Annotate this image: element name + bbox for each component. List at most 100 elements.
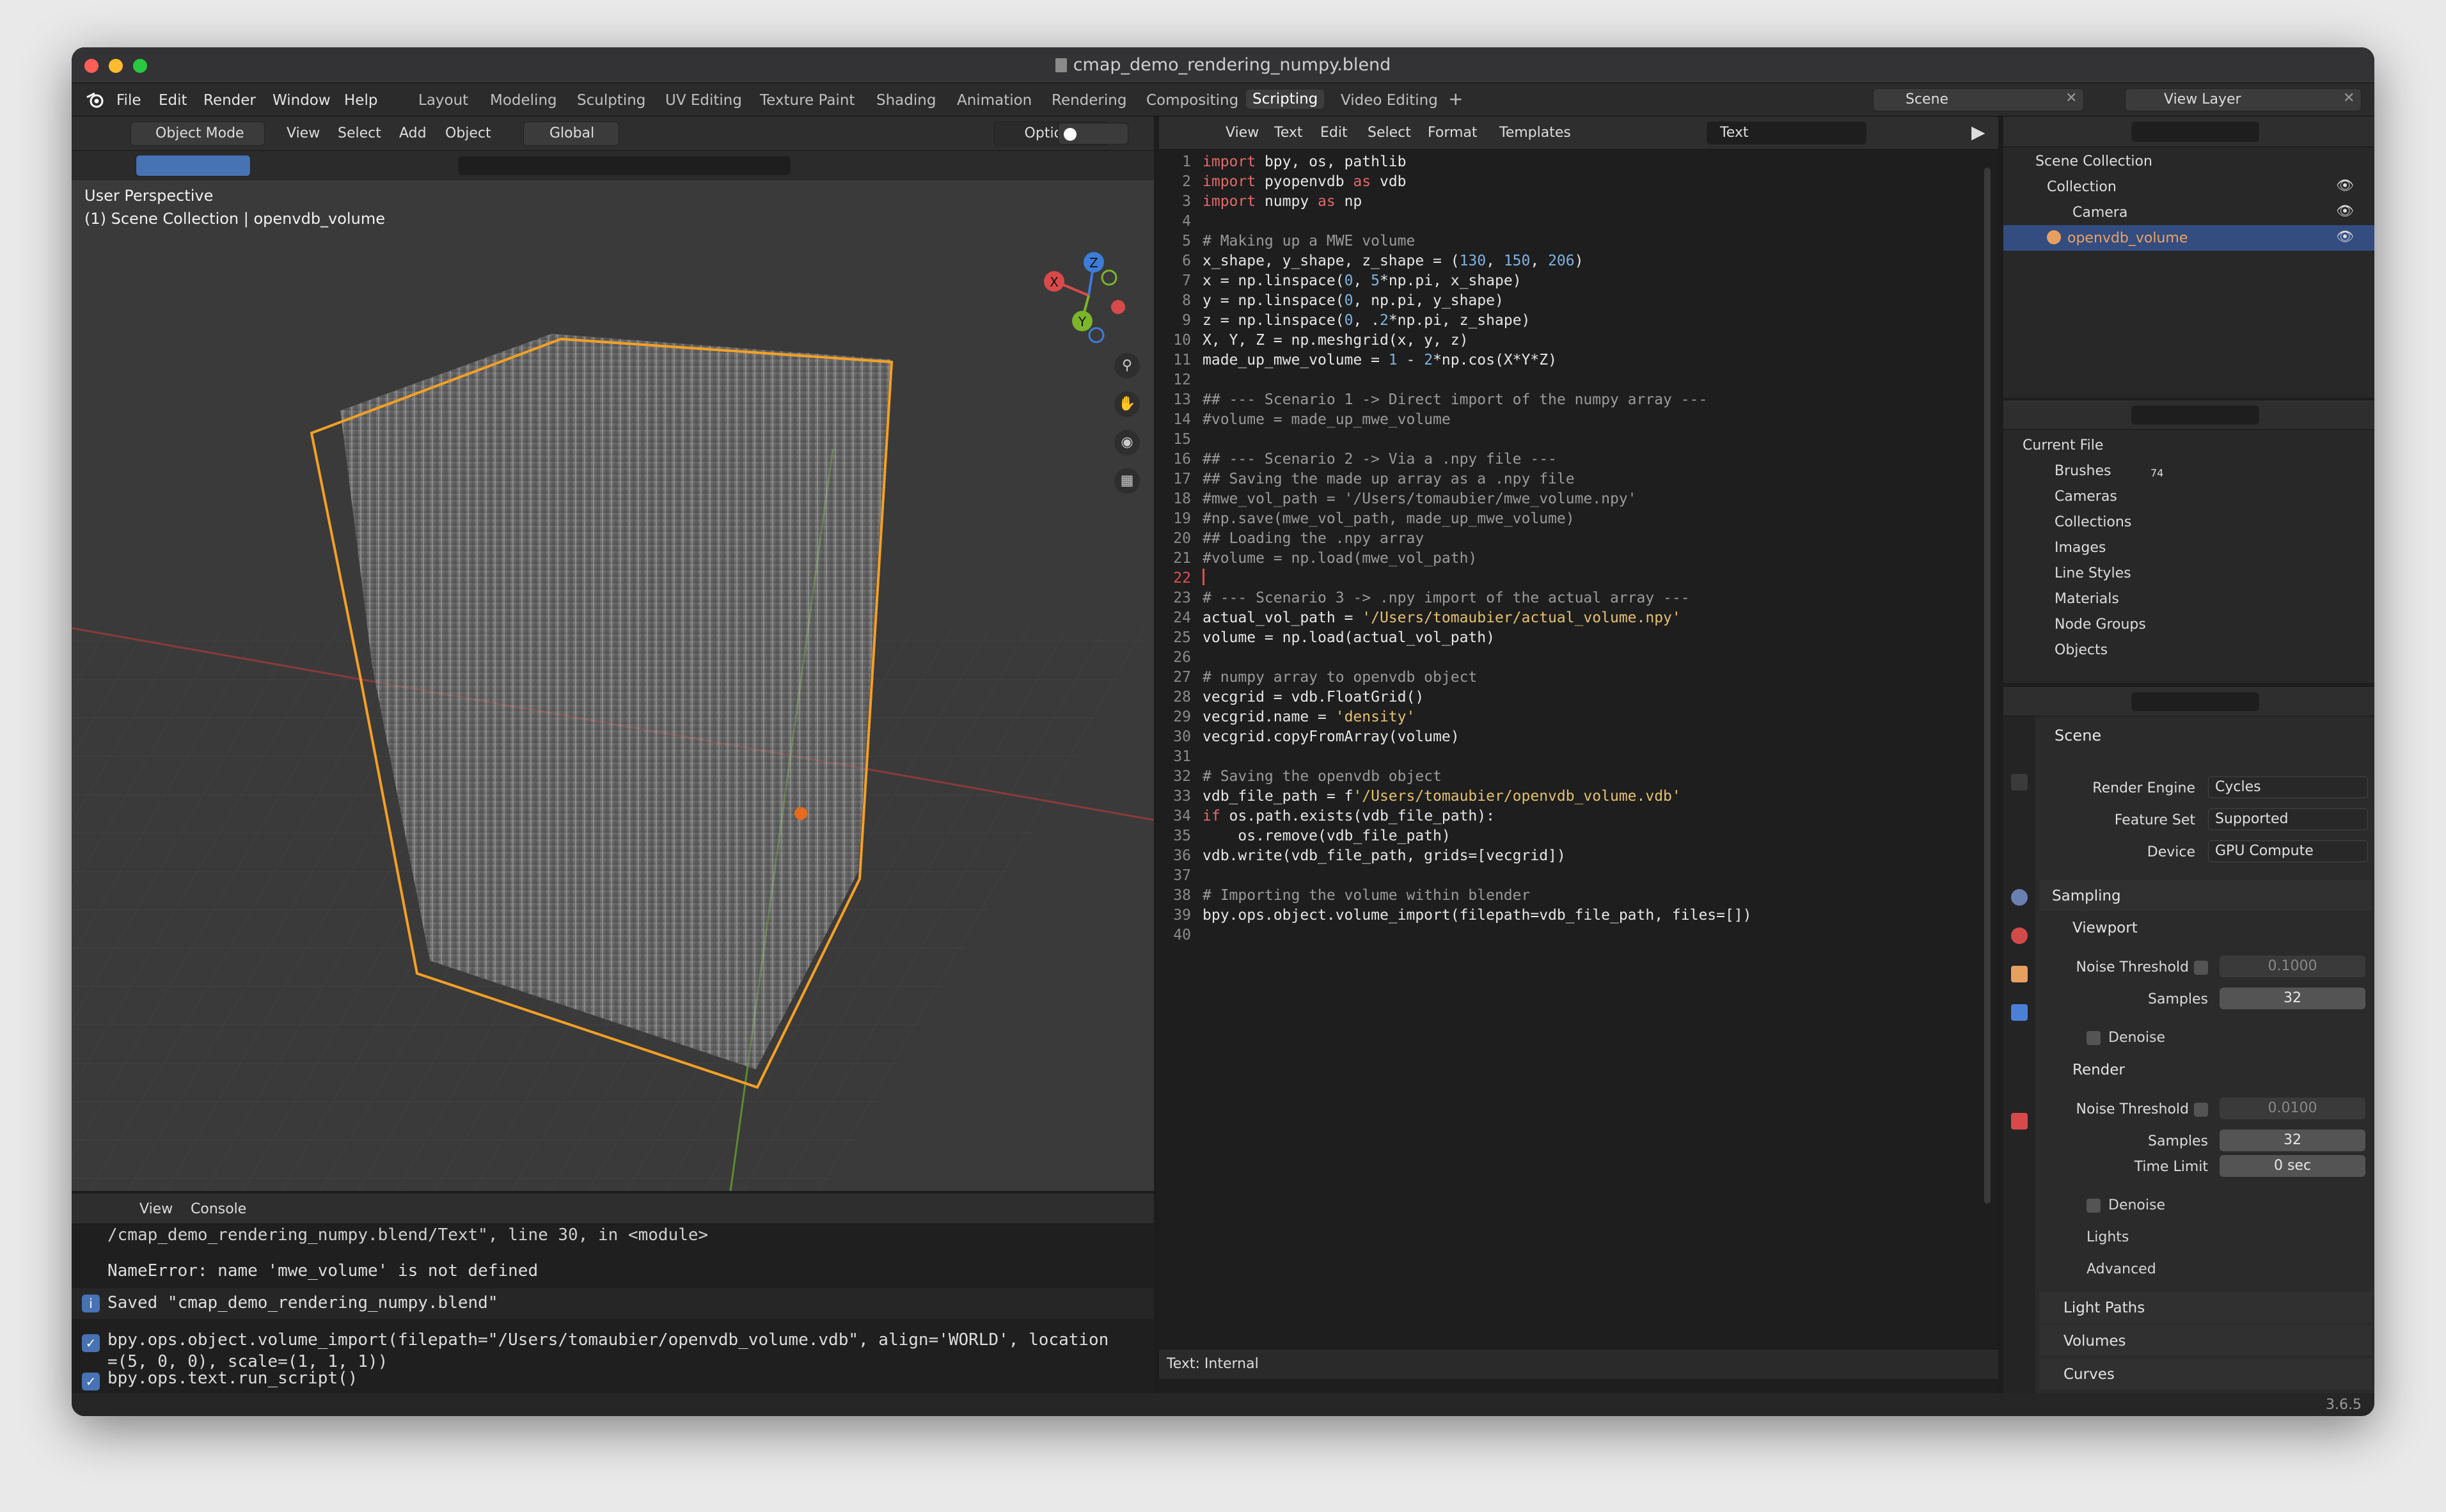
render-noise-checkbox[interactable] [2194,1103,2208,1117]
viewport-menu-view[interactable]: View [287,125,320,141]
code-line[interactable]: import numpy as np [1203,192,1983,212]
close-icon[interactable]: ✕ [2343,90,2355,106]
text-menu-templates[interactable]: Templates [1499,125,1571,141]
lights-subpanel[interactable]: Lights [2087,1229,2129,1245]
code-line[interactable]: bpy.ops.object.volume_import(filepath=vd… [1203,906,1983,925]
light-paths-panel[interactable]: Light Paths [2039,1292,2372,1323]
viewport-menu-object[interactable]: Object [445,125,491,141]
time-limit-field[interactable]: 0 sec [2220,1155,2365,1177]
text-menu-select[interactable]: Select [1368,125,1411,141]
code-line[interactable] [1203,370,1983,390]
code-line[interactable]: import bpy, os, pathlib [1203,152,1983,172]
viewport-menu-select[interactable]: Select [338,125,381,141]
code-line[interactable]: ## Saving the made up array as a .npy fi… [1203,469,1983,489]
device-dropdown[interactable]: GPU Compute [2208,840,2368,862]
console-menu-view[interactable]: View [139,1201,173,1217]
code-line[interactable]: #volume = made_up_mwe_volume [1203,410,1983,430]
blend-item-collections[interactable]: Collections [2003,509,2374,535]
select-box-tool[interactable] [136,155,251,177]
close-icon[interactable]: ✕ [2065,90,2077,106]
tab-animation[interactable]: Animation [957,92,1032,109]
view-layer-selector[interactable]: View Layer ✕ [2125,88,2362,111]
properties-search[interactable] [2131,692,2259,711]
code-line[interactable]: # Importing the volume within blender [1203,886,1983,906]
code-line[interactable]: z = np.linspace(0, .2*np.pi, z_shape) [1203,311,1983,331]
eye-icon[interactable]: 👁 [2336,203,2354,219]
tab-layout[interactable]: Layout [418,92,468,109]
advanced-subpanel[interactable]: Advanced [2087,1261,2156,1277]
current-file-row[interactable]: Current File [2003,432,2374,458]
code-line[interactable]: vecgrid.copyFromArray(volume) [1203,727,1983,747]
blend-item-images[interactable]: Images [2003,535,2374,560]
tab-scripting[interactable]: Scripting [1246,90,1325,109]
render-noise-field[interactable]: 0.0100 [2220,1098,2365,1119]
code-line[interactable]: made_up_mwe_volume = 1 - 2*np.cos(X*Y*Z) [1203,350,1983,370]
tab-modeling[interactable]: Modeling [490,92,557,109]
code-line[interactable]: actual_vol_path = '/Users/tomaubier/actu… [1203,608,1983,628]
code-line[interactable]: vecgrid.name = 'density' [1203,707,1983,727]
text-datablock-field[interactable]: Text [1707,122,1866,145]
code-line[interactable]: #mwe_vol_path = '/Users/tomaubier/mwe_vo… [1203,489,1983,509]
tab-sculpting[interactable]: Sculpting [577,92,645,109]
tab-compositing[interactable]: Compositing [1146,92,1238,109]
render-samples-field[interactable]: 32 [2220,1130,2365,1151]
tab-texture-paint[interactable]: Texture Paint [760,92,855,109]
properties-editor[interactable]: Scene Render Engine Cycles Feature Set S… [2003,687,2374,1393]
feature-set-dropdown[interactable]: Supported [2208,808,2368,830]
blend-item-cameras[interactable]: Cameras [2003,484,2374,509]
scene-collection-row[interactable]: Scene Collection [2003,148,2374,174]
code-text[interactable]: import bpy, os, pathlib import pyopenvdb … [1203,152,1983,945]
code-line[interactable]: y = np.linspace(0, np.pi, y_shape) [1203,291,1983,311]
pan-hand-icon[interactable]: ✋ [1114,391,1140,417]
mode-dropdown[interactable]: Object Mode [130,122,265,146]
text-menu-view[interactable]: View [1226,125,1259,141]
outliner-search[interactable] [2131,122,2259,142]
code-line[interactable]: vecgrid = vdb.FloatGrid() [1203,688,1983,707]
code-line[interactable] [1203,212,1983,232]
code-line[interactable]: ## --- Scenario 1 -> Direct import of th… [1203,390,1983,410]
code-line[interactable]: os.remove(vdb_file_path) [1203,826,1983,846]
modifier-tab-icon[interactable] [2011,1004,2028,1021]
code-line[interactable]: # Making up a MWE volume [1203,232,1983,251]
render-engine-dropdown[interactable]: Cycles [2208,776,2368,798]
texture-tab-icon[interactable] [2011,1113,2028,1130]
menu-window[interactable]: Window [272,92,331,109]
shading-modes[interactable] [1058,123,1128,145]
blend-item-node-groups[interactable]: Node Groups [2003,611,2374,637]
menu-render[interactable]: Render [203,92,256,109]
code-area[interactable]: 1 2 3 4 5 6 7 8 9 10 11 12 13 14 15 16 17 18 19 20 21 22 23 24 2… [1159,150,1988,1350]
blend-file-browser[interactable]: Current File Brushes 74 Cameras Collectio… [2003,400,2374,683]
text-menu-edit[interactable]: Edit [1320,125,1348,141]
console-menu-console[interactable]: Console [191,1201,246,1217]
blender-logo-icon[interactable] [86,91,105,109]
render-denoise-checkbox[interactable] [2087,1199,2101,1213]
tab-rendering[interactable]: Rendering [1052,92,1126,109]
viewport-samples-field[interactable]: 32 [2220,988,2365,1009]
blend-item-objects[interactable]: Objects [2003,637,2374,663]
sampling-panel-header[interactable]: Sampling [2039,880,2372,911]
add-workspace-icon[interactable]: + [1448,88,1463,109]
camera-view-icon[interactable]: ◉ [1114,430,1140,455]
render-subpanel-header[interactable]: Render [2039,1054,2372,1085]
grid-view-icon[interactable]: ▦ [1114,468,1140,494]
tab-shading[interactable]: Shading [876,92,936,109]
tab-uv-editing[interactable]: UV Editing [665,92,742,109]
volumes-panel[interactable]: Volumes [2039,1325,2372,1356]
tab-video-editing[interactable]: Video Editing [1341,92,1438,109]
navigation-gizmo[interactable]: Z X Y [1038,244,1140,347]
blend-item-brushes[interactable]: Brushes 74 [2003,458,2374,484]
outliner-item-camera[interactable]: Camera 👁 [2003,200,2374,225]
code-line[interactable]: #np.save(mwe_vol_path, made_up_mwe_volum… [1203,509,1983,529]
zoom-icon[interactable]: ⚲ [1114,353,1140,379]
code-line[interactable]: ## Loading the .npy array [1203,529,1983,549]
code-line[interactable] [1203,925,1983,945]
eye-icon[interactable]: 👁 [2336,178,2354,194]
code-line[interactable]: vdb.write(vdb_file_path, grids=[vecgrid]… [1203,846,1983,866]
scene-tab-icon[interactable] [2011,889,2028,906]
python-console[interactable]: View Console /cmap_demo_rendering_numpy.… [72,1193,1154,1393]
code-line[interactable]: # --- Scenario 3 -> .npy import of the a… [1203,588,1983,608]
render-tab-icon[interactable] [2011,774,2028,791]
code-line[interactable]: x = np.linspace(0, 5*np.pi, x_shape) [1203,271,1983,291]
blend-item-line-styles[interactable]: Line Styles [2003,560,2374,586]
solid-shading-icon[interactable] [1064,128,1077,141]
